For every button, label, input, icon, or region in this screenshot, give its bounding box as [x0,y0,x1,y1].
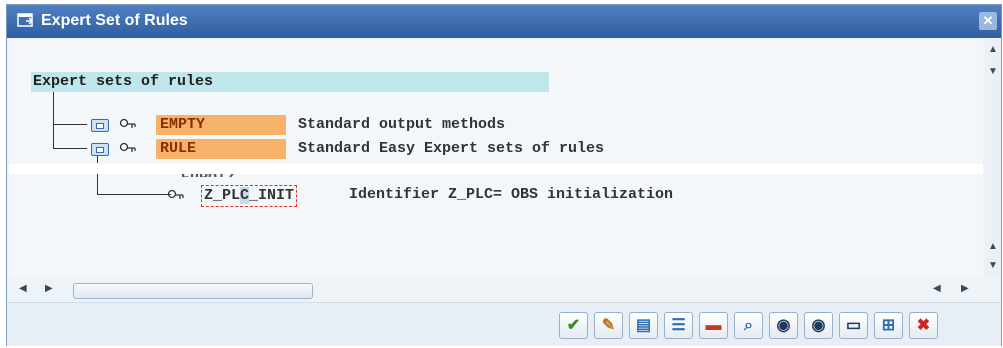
find-button[interactable]: ◉ [769,312,798,339]
pencil-icon: ✎ [601,316,616,334]
dialog-toolbar: ✔ ✎ ▤ ☰ ▬ ⌕ ◉ ◉ ▭ ⊞ ✖ [7,302,1001,346]
page-icon: ▭ [845,316,862,334]
scroll-left-icon[interactable]: ◀ [19,284,27,294]
binoculars-next-icon: ◉ [811,316,826,334]
tree-node-code[interactable]: RULE [156,139,286,159]
checkmark-icon: ✔ [566,316,581,334]
trash-icon: ▬ [705,316,722,334]
title-bar: Expert Set of Rules ✕ [7,5,1001,38]
tree-connector [53,124,87,125]
scroll-right-icon[interactable]: ▶ [45,284,53,294]
rules-tree: Expert sets of rules EMPTY Standard outp… [9,39,983,276]
scroll-left-icon[interactable]: ◀ [933,284,941,294]
find-next-button[interactable]: ◉ [804,312,833,339]
tree-connector [53,92,54,149]
tree-connector [53,148,87,149]
code-highlight: C [240,187,250,204]
folder-icon[interactable] [91,143,109,156]
display-button[interactable]: ▤ [629,312,658,339]
display-icon: ▤ [635,316,652,334]
scrollbar-thumb[interactable] [73,283,313,299]
cancel-button[interactable]: ✖ [909,312,938,339]
continue-button[interactable]: ✔ [559,312,588,339]
tree-root[interactable]: Expert sets of rules [31,72,549,92]
tree-connector [97,194,171,195]
scroll-right-icon[interactable]: ▶ [961,284,969,294]
selected-node-description: Identifier Z_PLC= OBS initialization [349,186,674,203]
tree-node-code[interactable]: EMPTY [156,115,286,135]
screen-artifact-band [9,164,983,174]
table-icon: ⊞ [881,316,896,334]
tree-connector [97,174,98,195]
code-suffix: _INIT [249,187,295,204]
edit-button[interactable]: ✎ [594,312,623,339]
window-title: Expert Set of Rules [41,12,188,29]
folder-icon[interactable] [91,119,109,132]
tree-node-description: Standard output methods [298,116,506,133]
magnifier-icon: ⌕ [744,316,753,334]
rule-icon [119,118,136,128]
tree-connector [97,155,98,163]
tree-node-description: Standard Easy Expert sets of rules [298,140,605,157]
document-button[interactable]: ☰ [664,312,693,339]
scroll-down-icon[interactable]: ▼ [988,261,998,271]
binoculars-icon: ◉ [776,316,791,334]
close-button[interactable]: ✕ [979,12,997,30]
selected-node-code[interactable]: Z_PLC_INIT [201,185,298,207]
expert-set-of-rules-dialog: Expert Set of Rules ✕ Expert sets of rul… [6,4,1002,346]
cancel-icon: ✖ [916,316,931,334]
rule-icon [119,142,136,152]
vertical-scrollbar[interactable]: ▲ ▼ ▲ ▼ [985,39,1001,276]
horizontal-scrollbar[interactable]: ◀ ▶ ◀ ▶ [7,277,1001,301]
scroll-up-icon[interactable]: ▲ [988,45,998,55]
scroll-up-icon[interactable]: ▲ [988,242,998,252]
table-button[interactable]: ⊞ [874,312,903,339]
rule-icon [167,189,184,199]
print-button[interactable]: ▭ [839,312,868,339]
document-icon: ☰ [671,316,686,334]
code-prefix: Z_PL [204,187,241,204]
search-button[interactable]: ⌕ [734,312,763,339]
window-icon [17,13,34,27]
scroll-down-icon[interactable]: ▼ [988,67,998,77]
delete-button[interactable]: ▬ [699,312,728,339]
